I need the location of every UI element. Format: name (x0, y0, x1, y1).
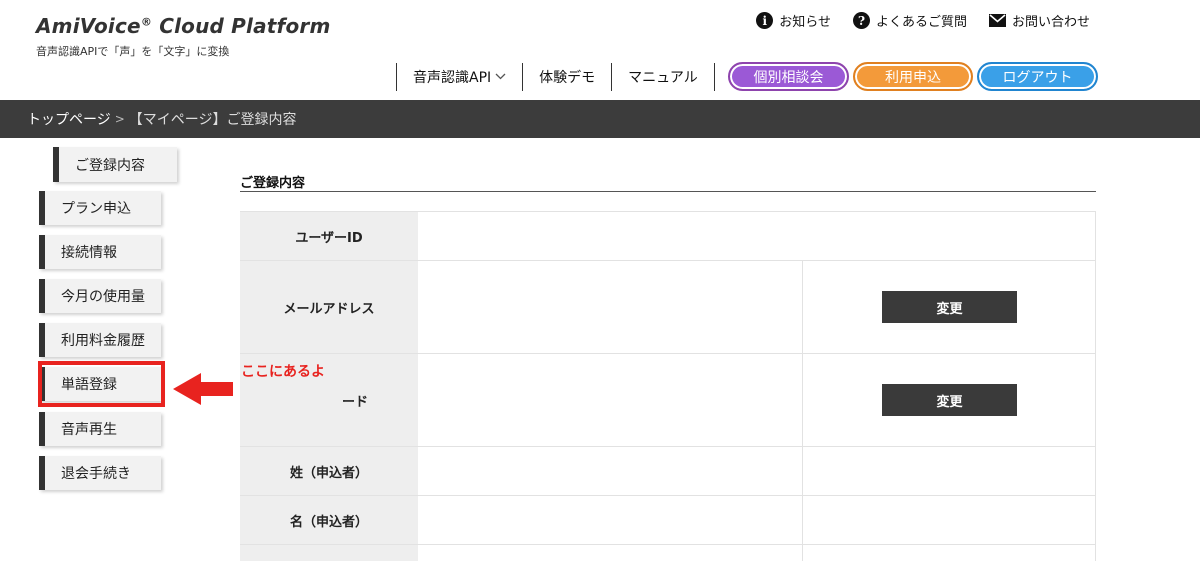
faq-link[interactable]: ? よくあるご質問 (852, 11, 967, 30)
value-email (418, 261, 802, 353)
brand-tagline: 音声認識APIで「声」を「文字」に変換 (36, 45, 230, 58)
contact-label: お問い合わせ (1011, 15, 1090, 30)
change-password-button[interactable]: 変更 (882, 384, 1017, 416)
sidebar-item-usage[interactable]: 今月の使用量 (39, 279, 161, 313)
news-label: お知らせ (779, 15, 831, 30)
table-border (1095, 447, 1096, 495)
nav-manual[interactable]: マニュアル (611, 63, 715, 91)
breadcrumb-home[interactable]: トップページ (27, 109, 111, 129)
logout-button[interactable]: ログアウト (977, 62, 1098, 91)
registered-mark: ® (140, 15, 153, 29)
sidebar-item-plan[interactable]: プラン申込 (39, 191, 161, 225)
label-last-name: 姓（申込者） (240, 447, 418, 495)
nav-speech-api[interactable]: 音声認識API (396, 63, 522, 91)
row-last-name: 姓（申込者） (240, 446, 1096, 561)
row-partial (240, 544, 1096, 561)
info-icon: i (756, 12, 774, 29)
table-border (1095, 261, 1096, 353)
apply-button[interactable]: 利用申込 (853, 62, 973, 91)
value-user-id (418, 212, 1096, 260)
table-border (1095, 354, 1096, 446)
table-border (1095, 212, 1096, 260)
highlight-box (38, 361, 165, 407)
section-title: ご登録内容 (240, 176, 306, 191)
sidebar-item-registration[interactable]: ご登録内容 (53, 147, 177, 182)
breadcrumb-separator: > (114, 112, 125, 126)
brand-name-rest: Cloud Platform (152, 14, 331, 38)
news-link[interactable]: i お知らせ (756, 11, 831, 30)
brand-name: AmiVoice (36, 14, 141, 38)
question-icon: ? (852, 12, 870, 29)
utility-nav: i お知らせ ? よくあるご質問 お問い合わせ (756, 11, 1090, 30)
change-email-button[interactable]: 変更 (882, 291, 1017, 323)
nav-speech-api-label: 音声認識API (413, 70, 492, 86)
section-divider (240, 191, 1096, 192)
table-border (1095, 545, 1096, 561)
table-border (1095, 496, 1096, 544)
value-partial (418, 545, 802, 561)
brand-logo[interactable]: AmiVoice® Cloud Platform (36, 14, 331, 38)
label-partial (240, 545, 418, 561)
value-first-name (418, 496, 802, 544)
label-password-text: ード (341, 394, 368, 410)
row-email: メールアドレス 変更 (240, 260, 1096, 353)
sidebar-item-withdraw[interactable]: 退会手続き (39, 456, 161, 490)
breadcrumb: トップページ > 【マイページ】ご登録内容 (0, 100, 1200, 138)
consultation-button[interactable]: 個別相談会 (728, 62, 849, 91)
breadcrumb-current: 【マイページ】ご登録内容 (128, 112, 297, 128)
password-action-cell: 変更 (802, 354, 1096, 446)
header-actions: 個別相談会 利用申込 ログアウト (728, 62, 1098, 91)
contact-link[interactable]: お問い合わせ (988, 11, 1090, 30)
sidebar-item-connection[interactable]: 接続情報 (39, 235, 161, 269)
value-password (418, 354, 802, 446)
value-last-name (418, 447, 802, 495)
label-email: メールアドレス (240, 261, 418, 353)
label-user-id: ユーザーID (240, 212, 418, 260)
chevron-down-icon (495, 72, 506, 83)
email-action-cell: 変更 (802, 261, 1096, 353)
faq-label: よくあるご質問 (875, 15, 967, 30)
row-first-name: 名（申込者） (240, 495, 1096, 544)
sidebar-item-billing[interactable]: 利用料金履歴 (39, 323, 161, 357)
mail-icon (988, 14, 1006, 27)
annotation-text: ここにあるよ (241, 364, 325, 380)
row-user-id: ユーザーID (240, 211, 1096, 260)
nav-demo[interactable]: 体験デモ (522, 63, 611, 91)
row-password: ード 変更 (240, 353, 1096, 446)
sidebar-item-audio-playback[interactable]: 音声再生 (39, 412, 161, 446)
label-first-name: 名（申込者） (240, 496, 418, 544)
main-nav: 音声認識API 体験デモ マニュアル (396, 62, 715, 92)
